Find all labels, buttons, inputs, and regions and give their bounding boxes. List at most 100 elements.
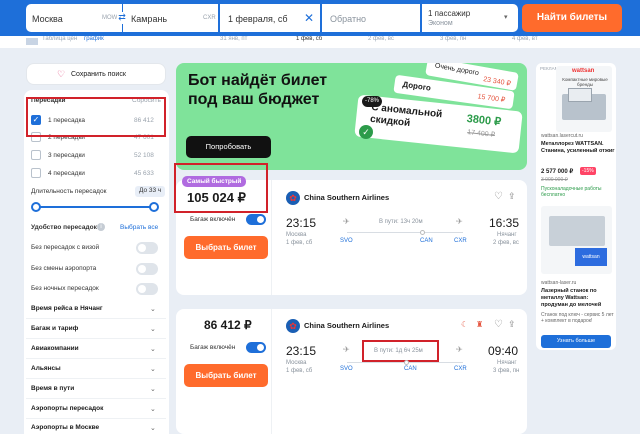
- toggle-label-airport: Без смены аэропорта: [31, 265, 97, 272]
- destination-field[interactable]: Камрань CXR: [123, 4, 218, 32]
- favorite-heart-icon[interactable]: ♡: [494, 191, 503, 202]
- baggage-toggle-2[interactable]: [246, 342, 266, 353]
- passenger-count: 1 пассажир: [428, 9, 471, 18]
- baggage-label-1: Багаж включён: [190, 216, 236, 223]
- ad-domain-1[interactable]: wattsan.lasercut.ru: [541, 133, 583, 139]
- passengers-field[interactable]: 1 пассажир Эконом ▾: [422, 4, 518, 32]
- dep-city-1: Москва: [286, 232, 307, 238]
- checkbox-3-transfers[interactable]: [31, 150, 41, 160]
- strip-date-4[interactable]: 4 фев, вт: [512, 36, 538, 42]
- airline-logo-icon: ✿: [286, 319, 300, 333]
- info-icon[interactable]: i: [97, 223, 105, 231]
- save-search-button[interactable]: ♡ Сохранить поиск: [26, 63, 166, 85]
- tag-new-price: 3800 ₽: [466, 112, 502, 129]
- chevron-down-icon: ⌄: [150, 386, 156, 393]
- promo-title: Бот найдёт билет под ваш бюджет: [188, 72, 328, 108]
- promo-banner[interactable]: Бот найдёт билет под ваш бюджет Попробов…: [176, 63, 527, 170]
- arr-date-2: 3 фев, пн: [493, 368, 520, 374]
- accordion-travel-time[interactable]: Время в пути: [31, 385, 74, 392]
- dep-code-1: SVO: [340, 238, 353, 244]
- toggle-visa[interactable]: [136, 242, 158, 254]
- duration-slider-track[interactable]: [36, 206, 154, 208]
- strip-graph[interactable]: график: [84, 36, 104, 42]
- ad-image-1[interactable]: wattsan Компактные мировые бренды: [556, 66, 612, 132]
- tag-very-label: Очень дорого: [434, 63, 480, 78]
- ad-image-2[interactable]: wattsan: [541, 206, 612, 274]
- chevron-down-icon: ⌄: [150, 425, 156, 432]
- strip-date-2[interactable]: 2 фев, вс: [368, 36, 394, 42]
- airline-logo-icon: ✿: [286, 191, 300, 205]
- ad-learn-more-button[interactable]: Узнать больше: [541, 335, 611, 348]
- highlight-fastest-price: [174, 163, 268, 213]
- origin-field[interactable]: Москва MOW: [26, 4, 122, 32]
- ticket-price-2: 86 412 ₽: [204, 318, 252, 332]
- ad-brand-logo: wattsan: [572, 68, 595, 74]
- transfer-price-4: 45 633: [134, 170, 154, 177]
- checkbox-4-transfers[interactable]: [31, 168, 41, 178]
- arr-time-2: 09:40: [488, 344, 519, 358]
- toggle-label-visa: Без пересадок с визой: [31, 244, 100, 251]
- origin-city: Москва: [32, 14, 63, 24]
- baggage-warning-icon: ♜: [476, 320, 484, 329]
- depart-date-field[interactable]: 1 февраля, сб ✕: [220, 4, 320, 32]
- toggle-airport[interactable]: [136, 263, 158, 275]
- accordion-transfer-airports[interactable]: Аэропорты пересадок: [31, 405, 103, 412]
- ad-title-1[interactable]: Металлорез WATTSAN. Станина, усиленный о…: [541, 141, 615, 155]
- strip-date-3[interactable]: 3 фев, пн: [440, 36, 466, 42]
- airline-name-2: China Southern Airlines: [304, 321, 390, 330]
- accordion-alliances[interactable]: Альянсы: [31, 365, 61, 372]
- divider: [26, 418, 166, 419]
- strip-date-1[interactable]: 1 фев, сб: [296, 36, 322, 42]
- return-date-field[interactable]: Обратно: [322, 4, 420, 32]
- baggage-toggle-1[interactable]: [246, 214, 266, 225]
- transfer-label-4: 4 пересадки: [48, 170, 85, 177]
- divider: [26, 338, 166, 339]
- select-ticket-button-2[interactable]: Выбрать билет: [184, 364, 268, 387]
- duration-value: До 33 ч: [135, 186, 166, 197]
- arr-time-1: 16:35: [489, 216, 520, 230]
- duration-slider-min[interactable]: [31, 202, 41, 212]
- transfer-dot: [420, 230, 425, 235]
- strip-date-31[interactable]: 31 янв, пт: [220, 36, 247, 42]
- accordion-airlines[interactable]: Авиакомпании: [31, 345, 79, 352]
- promo-try-button[interactable]: Попробовать: [186, 136, 271, 158]
- strip-price-table[interactable]: Таблица цен: [42, 36, 77, 42]
- ad-note-1: Пусконаладочные работы бесплатно: [541, 186, 602, 198]
- laser-image: [549, 216, 605, 246]
- dep-code-2: SVO: [340, 366, 353, 372]
- convenience-title: Удобство пересадок: [31, 224, 97, 231]
- ad-brand-logo-2: wattsan: [575, 248, 607, 266]
- clear-date-icon[interactable]: ✕: [304, 11, 314, 25]
- choose-all-link[interactable]: Выбрать все: [120, 224, 158, 231]
- duration-label: Длительность пересадок: [31, 188, 107, 195]
- swap-icon[interactable]: ⇄: [117, 12, 127, 24]
- return-placeholder: Обратно: [330, 14, 367, 24]
- favorite-heart-icon[interactable]: ♡: [494, 319, 503, 330]
- arr-code-1: CXR: [454, 238, 467, 244]
- dep-date-2: 1 фев, сб: [286, 368, 313, 374]
- ad-title-2[interactable]: Лазерный станок по металлу Wattsan: прод…: [541, 288, 615, 309]
- dep-date-1: 1 фев, сб: [286, 240, 313, 246]
- transfer-dot: [404, 360, 409, 365]
- share-icon[interactable]: ⇪: [508, 191, 516, 202]
- ad-domain-2[interactable]: wattsan-laser.ru: [541, 280, 576, 286]
- tag-exp-price: 15 700 ₽: [477, 93, 506, 105]
- save-search-label: Сохранить поиск: [71, 71, 126, 78]
- accordion-flight-time[interactable]: Время рейса в Нячанг: [31, 305, 103, 312]
- select-ticket-button-1[interactable]: Выбрать билет: [184, 236, 268, 259]
- tag-old-price: 17 400 ₽: [466, 129, 496, 139]
- tag-anomal-label: С аномальной скидкой: [369, 101, 443, 129]
- filters-panel: [24, 90, 169, 434]
- tag-very-price: 23 340 ₽: [482, 76, 512, 88]
- accordion-baggage[interactable]: Багаж и тариф: [31, 325, 78, 332]
- search-button[interactable]: Найти билеты: [522, 4, 622, 32]
- destination-city: Камрань: [131, 14, 168, 24]
- landing-icon: ✈: [456, 345, 463, 354]
- duration-slider-max[interactable]: [149, 202, 159, 212]
- share-icon[interactable]: ⇪: [508, 319, 516, 330]
- divider: [26, 378, 166, 379]
- toggle-label-night: Без ночных пересадок: [31, 285, 99, 292]
- toggle-night[interactable]: [136, 283, 158, 295]
- ad-old-price-1: 3 000 000 ₽: [541, 177, 568, 183]
- accordion-moscow-airports[interactable]: Аэропорты в Москве: [31, 424, 99, 431]
